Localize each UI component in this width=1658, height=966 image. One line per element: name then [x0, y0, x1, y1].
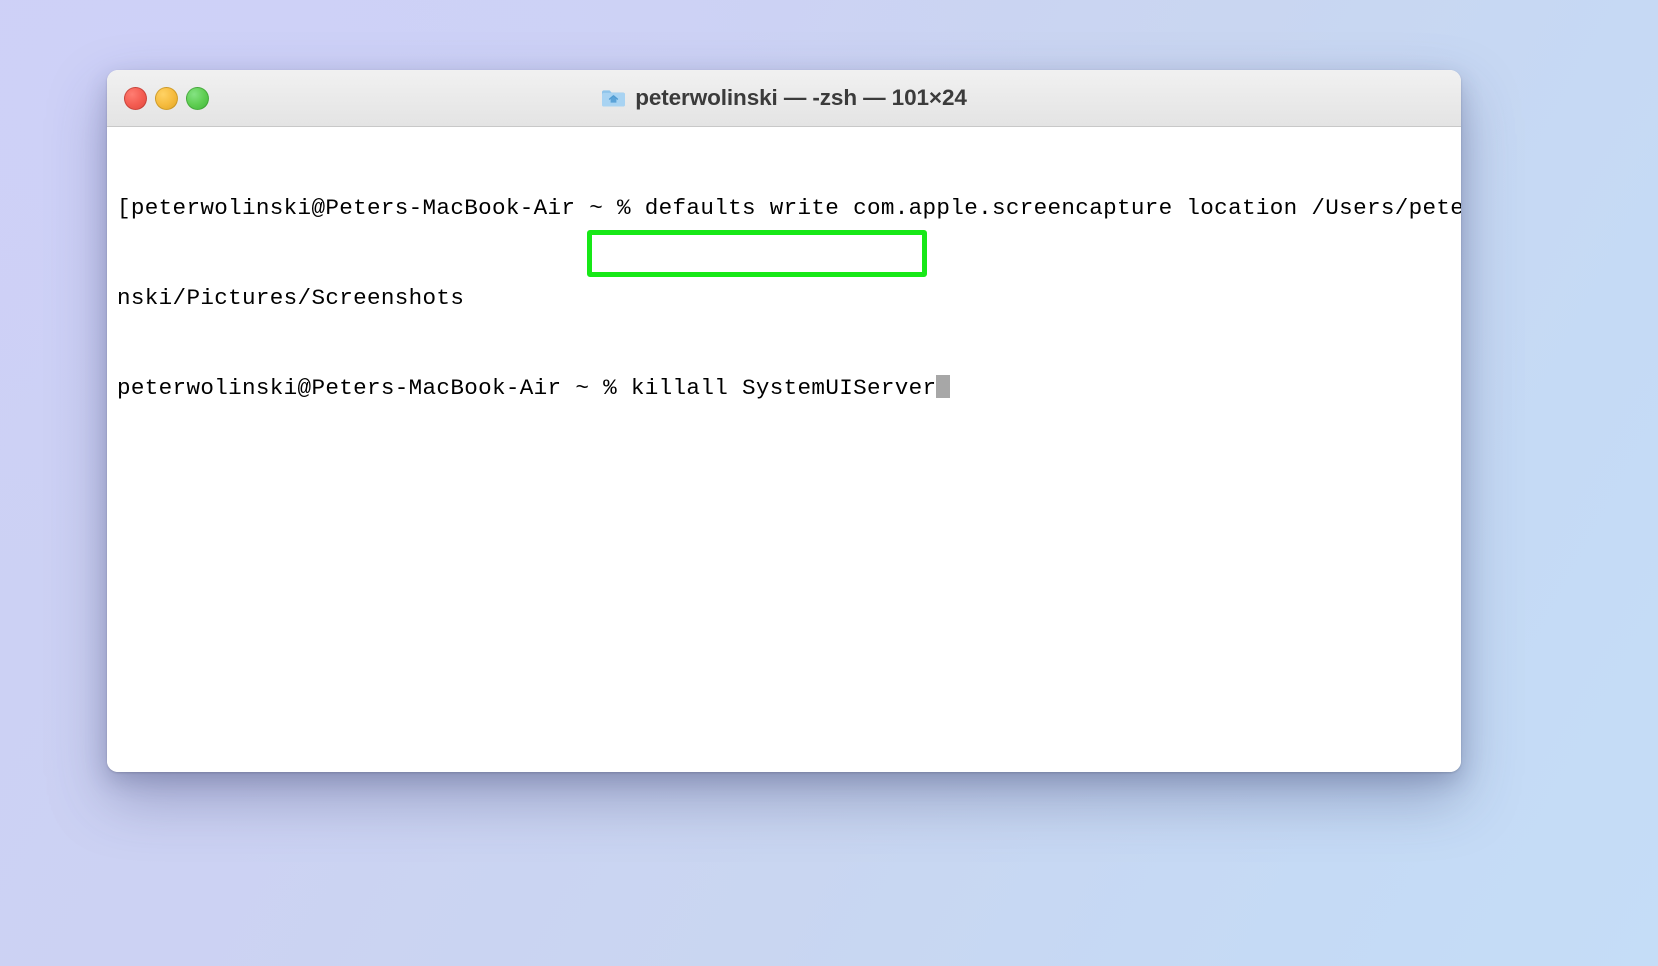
window-title: peterwolinski — -zsh — 101×24	[635, 85, 967, 110]
terminal-window[interactable]: peterwolinski — -zsh — 101×24 [peterwoli…	[107, 70, 1461, 772]
terminal-command-input[interactable]: killall SystemUIServer	[631, 375, 937, 401]
terminal-line-prompt: peterwolinski@Peters-MacBook-Air ~ % kil…	[117, 373, 1461, 403]
window-title-group: peterwolinski — -zsh — 101×24	[107, 70, 1461, 126]
window-controls	[124, 70, 209, 126]
minimize-button[interactable]	[155, 86, 178, 110]
window-titlebar[interactable]: peterwolinski — -zsh — 101×24	[107, 70, 1461, 127]
close-button[interactable]	[124, 86, 147, 110]
folder-icon	[601, 88, 626, 108]
terminal-space	[617, 375, 631, 401]
terminal-line: [peterwolinski@Peters-MacBook-Air ~ % de…	[117, 195, 1461, 221]
terminal-output-area[interactable]: [peterwolinski@Peters-MacBook-Air ~ % de…	[107, 127, 1461, 772]
terminal-cursor	[936, 375, 951, 398]
desktop-background: peterwolinski — -zsh — 101×24 [peterwoli…	[0, 0, 1658, 966]
terminal-line: nski/Pictures/Screenshots	[117, 285, 465, 311]
terminal-text: [peterwolinski@Peters-MacBook-Air ~ % de…	[107, 133, 1461, 463]
terminal-prompt: peterwolinski@Peters-MacBook-Air ~ %	[117, 375, 617, 401]
zoom-button[interactable]	[186, 86, 209, 110]
